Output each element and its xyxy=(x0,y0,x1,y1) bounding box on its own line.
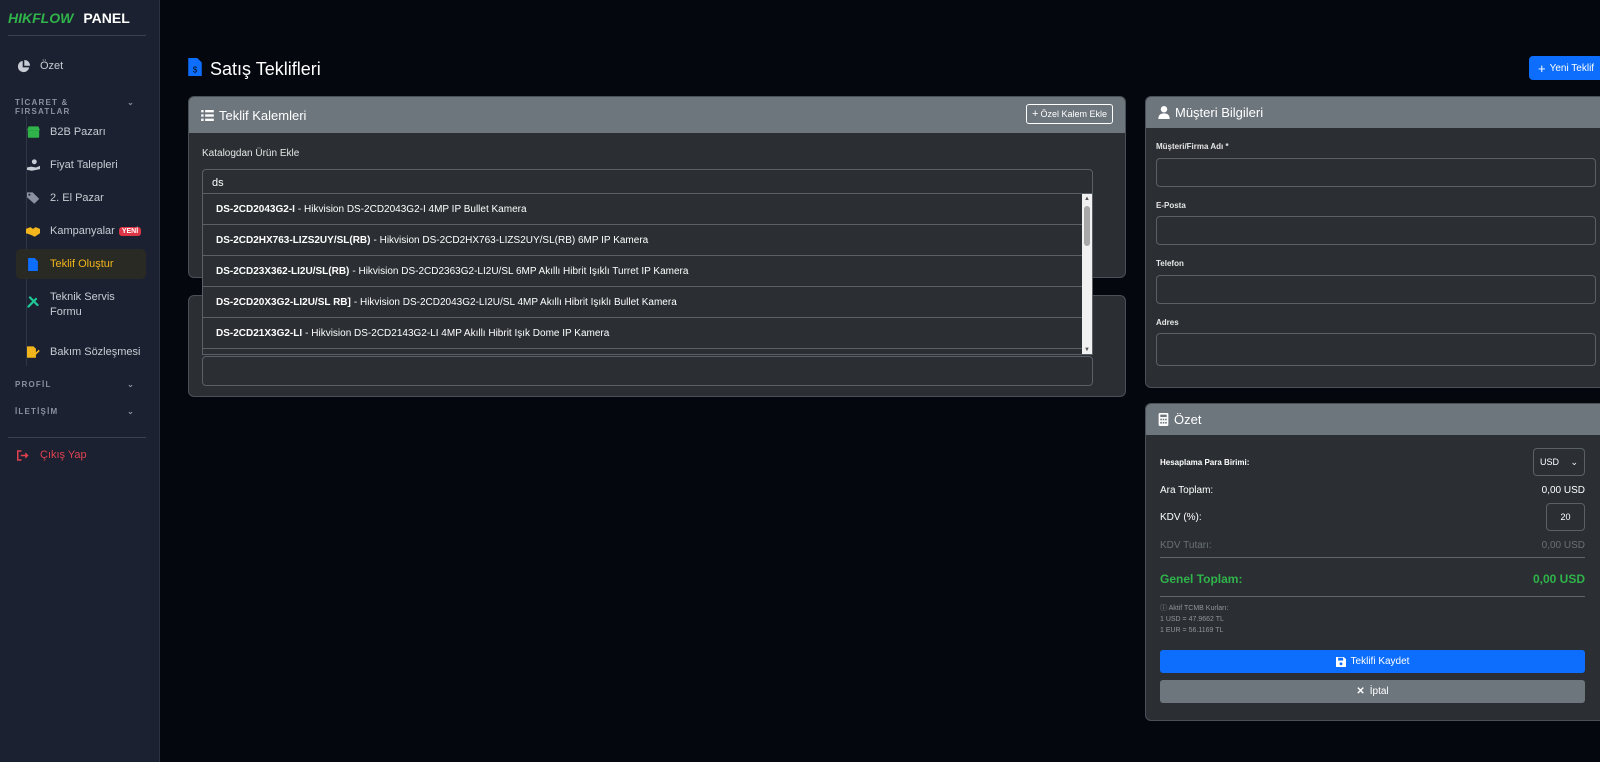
logout-link[interactable]: Çıkış Yap xyxy=(16,448,146,462)
result-item[interactable]: DS-2CD2HX763-LIZS2UY/SL(RB) - Hikvision D… xyxy=(203,225,1083,256)
result-item[interactable]: DS-2CD20X3G2-LI2U/SL RB] - Hikvision DS-2… xyxy=(203,287,1083,318)
vat-input[interactable]: 20 xyxy=(1546,503,1585,531)
phone-label: Telefon xyxy=(1156,259,1184,268)
info-icon: ⓘ xyxy=(1160,605,1167,612)
catalog-results-dropdown: DS-2CD2043G2-I - Hikvision DS-2CD2043G2-I… xyxy=(202,193,1093,355)
customer-name-label: Müşteri/Firma Adı * xyxy=(1156,142,1229,151)
sidebar-item-b2b[interactable]: B2B Pazarı xyxy=(16,117,146,147)
divider xyxy=(1160,557,1585,558)
save-icon xyxy=(1335,656,1346,667)
divider xyxy=(1160,596,1585,597)
chevron-down-icon: ⌄ xyxy=(127,98,135,107)
card-header: Teklif Kalemleri xyxy=(189,97,1125,133)
phone-input[interactable] xyxy=(1156,275,1596,304)
sidebar: HIK FLOW PANEL Özet TİCARET & FIRSATLAR ⌄… xyxy=(0,0,160,762)
section-profile[interactable]: PROFİL ⌄ xyxy=(15,380,135,389)
subtotal-row: Ara Toplam: 0,00 USD xyxy=(1160,485,1585,496)
cancel-button[interactable]: ✕ İptal xyxy=(1160,680,1585,703)
vat-row: KDV (%): 20 xyxy=(1160,503,1585,531)
currency-row: Hesaplama Para Birimi: USD ⌄ xyxy=(1160,448,1585,476)
card-header: Özet xyxy=(1146,404,1600,435)
tools-icon xyxy=(26,295,40,309)
sidebar-item-maintenance[interactable]: Bakım Sözleşmesi xyxy=(16,337,146,367)
pie-chart-icon xyxy=(16,59,30,73)
plus-icon: + xyxy=(1538,60,1546,76)
summary-card: Özet Hesaplama Para Birimi: USD ⌄ Ara To… xyxy=(1145,403,1600,721)
save-quote-button[interactable]: Teklifi Kaydet xyxy=(1160,650,1585,673)
scroll-thumb[interactable] xyxy=(1084,206,1090,246)
scroll-down-arrow-icon[interactable]: ▼ xyxy=(1084,347,1090,353)
sidebar-item-campaigns[interactable]: Kampanyalar YENİ xyxy=(16,216,146,246)
exchange-rates: ⓘ Aktif TCMB Kurları: 1 USD = 47.9662 TL… xyxy=(1160,605,1229,634)
address-label: Adres xyxy=(1156,318,1179,327)
new-badge: YENİ xyxy=(118,226,142,236)
page-title: $ Satış Teklifleri xyxy=(188,58,321,81)
sidebar-item-service-form[interactable]: Teknik Servis Formu xyxy=(16,290,146,326)
grand-total-row: Genel Toplam: 0,00 USD xyxy=(1160,572,1585,586)
section-trade[interactable]: TİCARET & FIRSATLAR ⌄ xyxy=(15,98,135,116)
email-input[interactable] xyxy=(1156,216,1596,245)
section-contact[interactable]: İLETİŞİM ⌄ xyxy=(15,407,135,416)
scroll-up-arrow-icon[interactable]: ▲ xyxy=(1084,196,1090,202)
store-icon xyxy=(26,125,40,139)
handshake-icon xyxy=(26,224,40,238)
new-quote-button[interactable]: + Yeni Teklif xyxy=(1529,56,1600,80)
chevron-down-icon: ⌄ xyxy=(1570,456,1578,467)
result-item[interactable]: DS-2CD2043G2-I - Hikvision DS-2CD2043G2-I… xyxy=(203,194,1083,225)
file-invoice-icon xyxy=(26,257,40,271)
divider xyxy=(8,437,146,438)
customer-info-card: Müşteri Bilgileri Müşteri/Firma Adı * E-… xyxy=(1145,96,1600,388)
card-header: Müşteri Bilgileri xyxy=(1146,97,1600,128)
customer-name-input[interactable] xyxy=(1156,158,1596,187)
sidebar-item-price-requests[interactable]: Fiyat Talepleri xyxy=(16,150,146,180)
svg-text:$: $ xyxy=(193,66,198,75)
brand-logo[interactable]: HIK FLOW PANEL xyxy=(8,8,130,28)
chevron-down-icon: ⌄ xyxy=(127,407,135,416)
email-label: E-Posta xyxy=(1156,201,1186,210)
divider xyxy=(8,35,146,36)
sidebar-item-create-quote[interactable]: Teklif Oluştur xyxy=(16,249,146,279)
file-signature-icon xyxy=(26,345,40,359)
dropdown-scrollbar[interactable]: ▲ ▼ xyxy=(1082,194,1092,354)
user-icon xyxy=(1158,106,1170,119)
tags-icon xyxy=(26,191,40,205)
plus-icon: + xyxy=(1032,108,1039,120)
result-item[interactable]: DS-2CD21X3G2-LI - Hikvision DS-2CD2143G2-… xyxy=(203,318,1083,349)
list-icon xyxy=(201,109,214,121)
file-invoice-dollar-icon: $ xyxy=(188,58,202,81)
result-item[interactable]: DS-2CD23X362-LI2U/SL(RB) - Hikvision DS-2… xyxy=(203,256,1083,287)
sidebar-item-second-hand[interactable]: 2. El Pazar xyxy=(16,183,146,213)
sign-out-icon xyxy=(16,448,30,462)
chevron-down-icon: ⌄ xyxy=(127,380,135,389)
catalog-label: Katalogdan Ürün Ekle xyxy=(202,148,300,159)
address-textarea[interactable] xyxy=(1156,333,1596,366)
vat-amount-row: KDV Tutarı: 0,00 USD xyxy=(1160,540,1585,551)
close-icon: ✕ xyxy=(1356,686,1365,697)
sidebar-item-overview[interactable]: Özet xyxy=(16,59,146,73)
notes-textarea[interactable] xyxy=(202,356,1093,386)
add-custom-item-button[interactable]: + Özel Kalem Ekle xyxy=(1026,104,1113,124)
calculator-icon xyxy=(1158,413,1169,426)
hand-coin-icon xyxy=(26,158,40,172)
currency-select[interactable]: USD ⌄ xyxy=(1533,448,1585,476)
